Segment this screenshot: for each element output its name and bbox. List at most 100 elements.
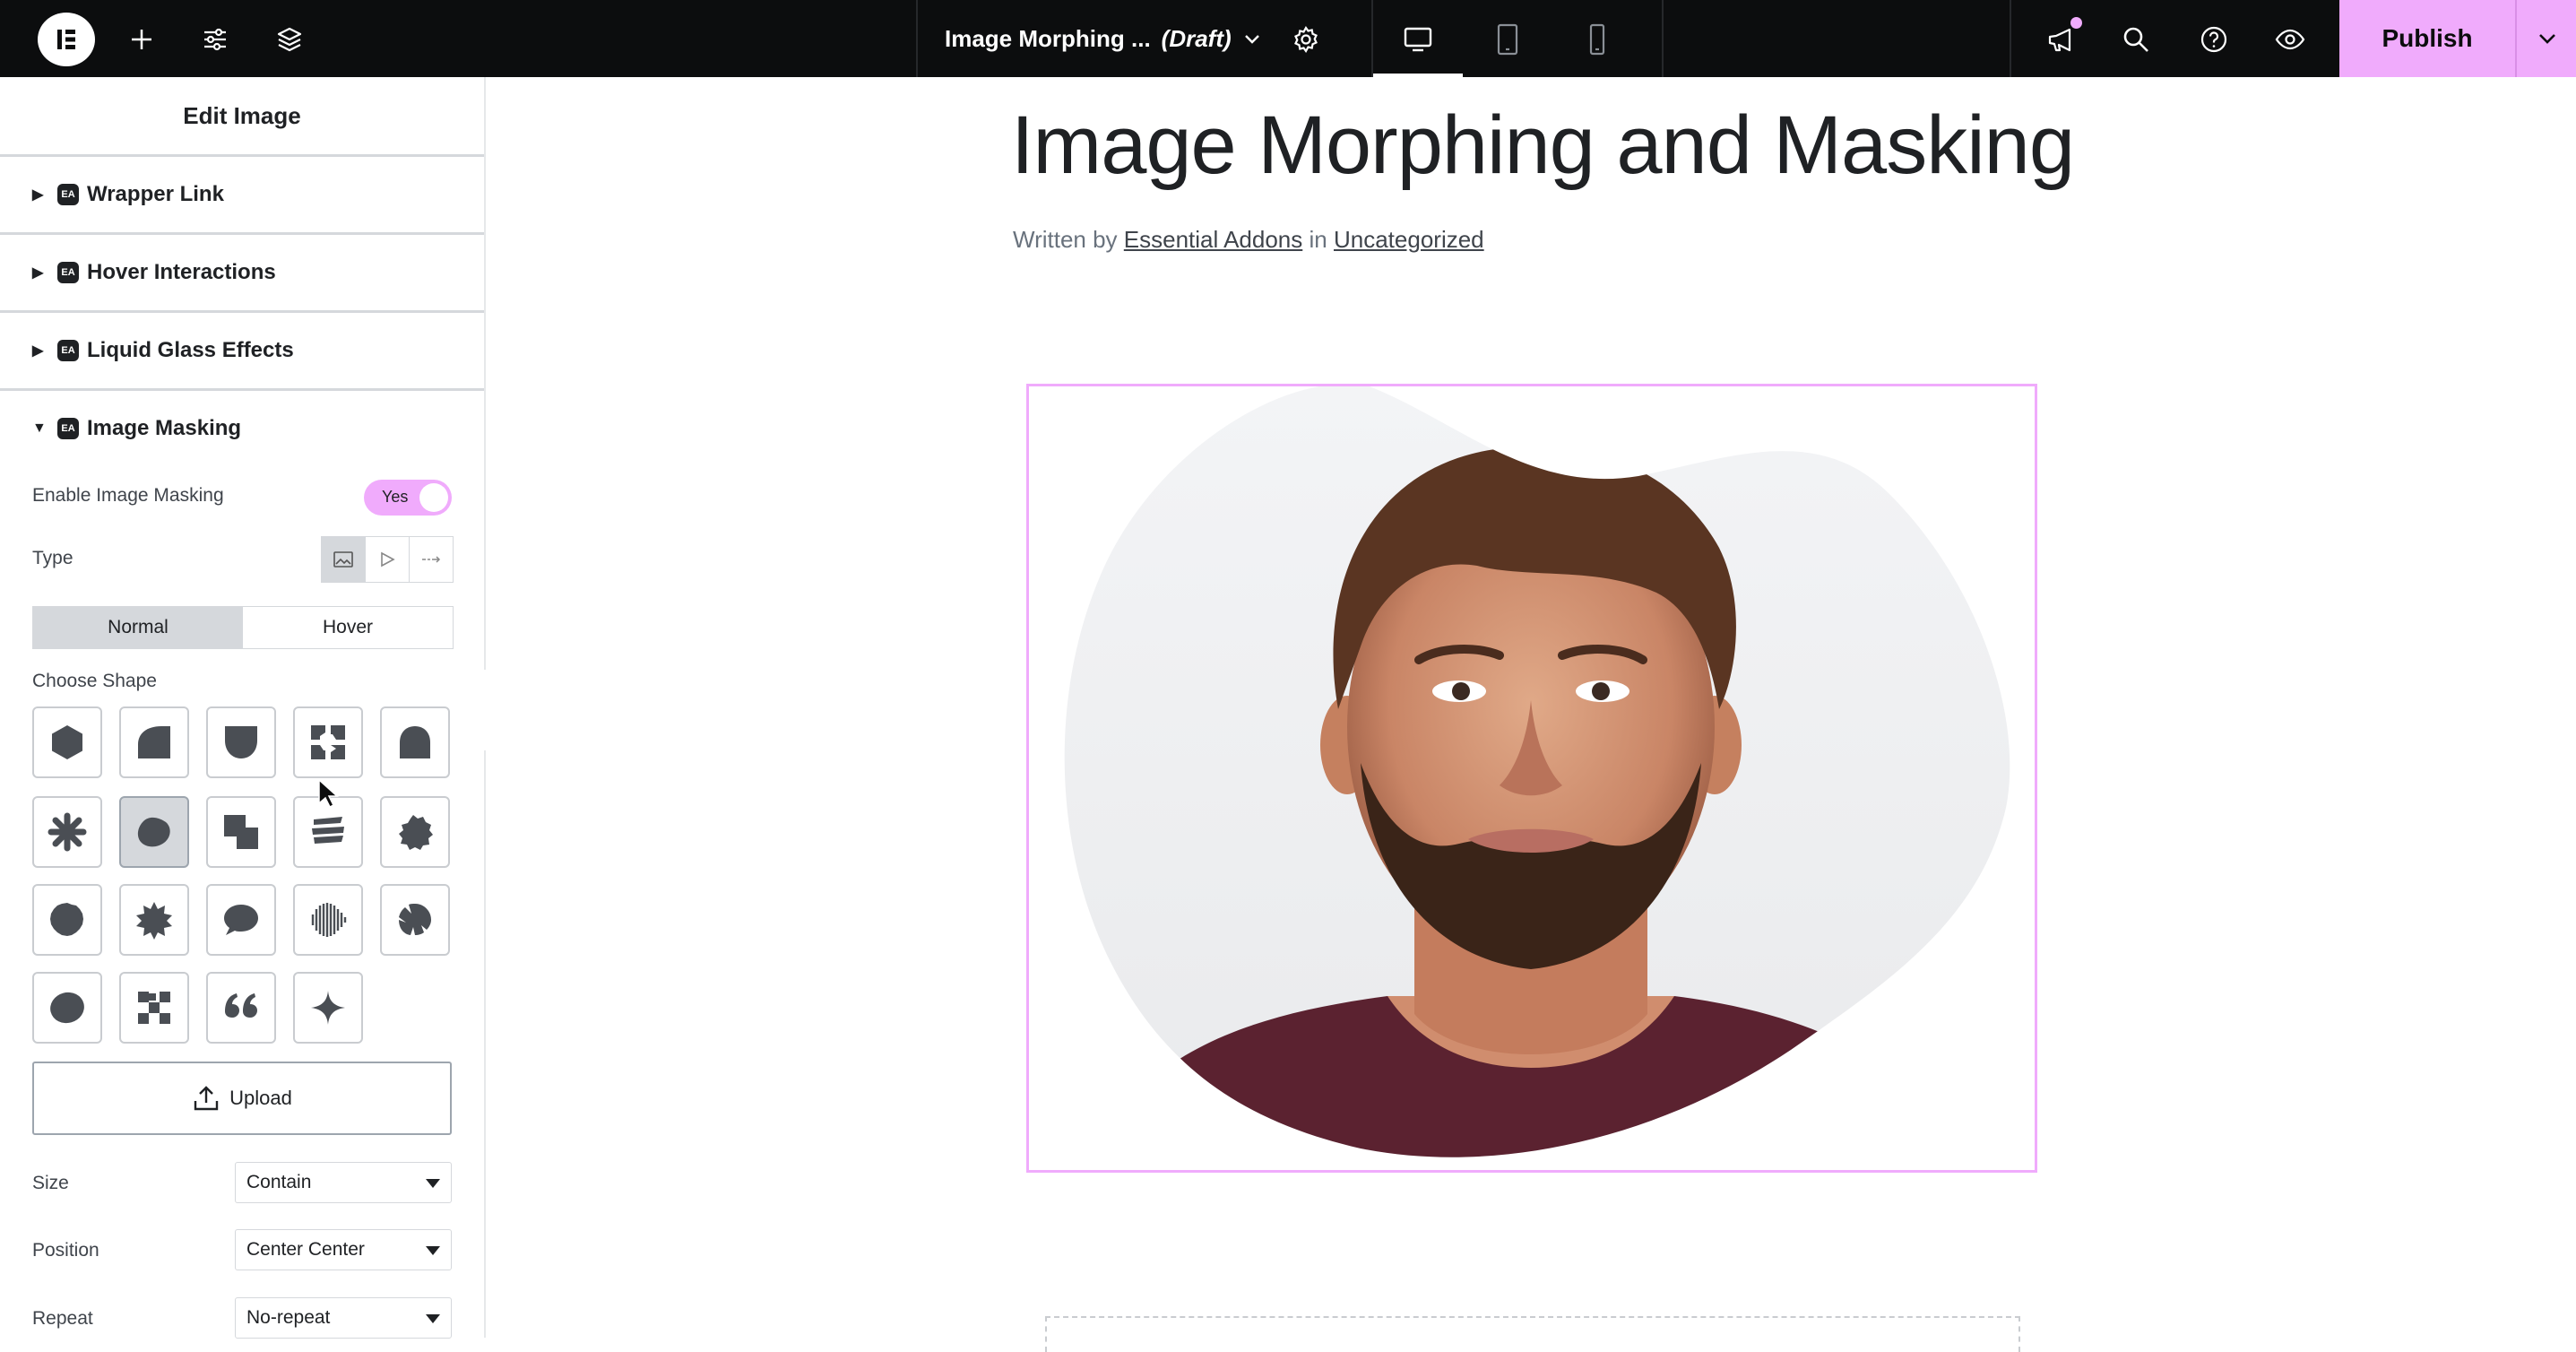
section-label: Image Masking: [87, 416, 242, 440]
desktop-icon[interactable]: [1396, 17, 1440, 62]
panel-title: Edit Image: [0, 77, 484, 157]
size-label: Size: [32, 1173, 69, 1193]
hexagon-icon: [52, 725, 82, 759]
shape-quarter-circle[interactable]: [119, 706, 189, 778]
shape-overlap-squares[interactable]: [206, 796, 276, 868]
sparkle-icon: [311, 991, 345, 1025]
ea-badge-icon: EA: [57, 184, 79, 205]
state-tabs: Normal Hover: [32, 606, 454, 649]
divider: [1371, 0, 1373, 77]
overlap-squares-icon: [224, 815, 258, 849]
caret-right-icon: ▶: [32, 265, 44, 281]
brush-strokes-icon: [312, 817, 344, 844]
shape-vertical-lines[interactable]: [293, 884, 363, 956]
splat-icon: [399, 815, 433, 850]
category-link[interactable]: Uncategorized: [1334, 226, 1484, 253]
leaf-icon: [399, 904, 431, 935]
quote-icon: [225, 993, 257, 1018]
upload-button[interactable]: Upload: [32, 1062, 452, 1135]
caret-right-icon: ▶: [32, 343, 44, 359]
section-label: Liquid Glass Effects: [87, 338, 294, 362]
choose-shape-label: Choose Shape: [32, 671, 157, 691]
shape-checker[interactable]: [119, 972, 189, 1044]
toggle-label: Yes: [382, 488, 409, 506]
repeat-select[interactable]: No-repeat: [235, 1297, 452, 1339]
shape-sparkle[interactable]: [293, 972, 363, 1044]
size-control: Size Contain: [32, 1162, 452, 1205]
shape-speech-bubble[interactable]: [206, 884, 276, 956]
post-byline: Written by Essential Addons in Uncategor…: [1013, 226, 1484, 254]
section-label: Hover Interactions: [87, 260, 276, 284]
shape-arch[interactable]: [380, 706, 450, 778]
page-title-menu[interactable]: Image Morphing ... (Draft): [945, 0, 1262, 77]
page-name: Image Morphing ...: [945, 24, 1151, 52]
shape-starburst[interactable]: [119, 884, 189, 956]
enable-masking-toggle[interactable]: Yes: [364, 480, 452, 516]
caret-right-icon: ▶: [32, 187, 44, 203]
shape-puzzle[interactable]: [293, 706, 363, 778]
layers-icon[interactable]: [267, 17, 312, 62]
image-widget[interactable]: [1026, 384, 2037, 1173]
eye-icon[interactable]: [2268, 17, 2312, 62]
section-image-masking[interactable]: ▼ EA Image Masking: [0, 391, 484, 466]
post-title: Image Morphing and Masking: [1011, 100, 2075, 191]
ea-badge-icon: EA: [57, 418, 79, 439]
starburst-icon: [136, 902, 172, 940]
type-video-option[interactable]: [366, 537, 410, 582]
tab-normal[interactable]: Normal: [33, 607, 243, 648]
chevron-down-icon: [1242, 29, 1262, 48]
ea-badge-icon: EA: [57, 262, 79, 283]
publish-options-button[interactable]: [2515, 0, 2576, 77]
sliders-icon[interactable]: [193, 17, 238, 62]
shape-splat[interactable]: [380, 796, 450, 868]
play-icon: [381, 551, 395, 568]
in-text: in: [1309, 226, 1327, 253]
shape-blob[interactable]: [119, 796, 189, 868]
notification-dot: [2070, 17, 2082, 29]
help-icon[interactable]: [2191, 17, 2236, 62]
type-image-option[interactable]: [322, 537, 366, 582]
shape-rough-circle[interactable]: [32, 884, 102, 956]
tab-hover[interactable]: Hover: [243, 607, 453, 648]
oval-icon: [50, 992, 84, 1024]
mobile-icon[interactable]: [1575, 17, 1620, 62]
type-morph-option[interactable]: [410, 537, 453, 582]
tablet-icon[interactable]: [1485, 17, 1530, 62]
vertical-lines-icon: [311, 903, 347, 937]
publish-button[interactable]: Publish: [2339, 0, 2515, 77]
enable-masking-label: Enable Image Masking: [32, 485, 224, 506]
position-select[interactable]: Center Center: [235, 1229, 452, 1270]
search-icon[interactable]: [2114, 17, 2158, 62]
position-value: Center Center: [246, 1239, 365, 1260]
section-wrapper-link[interactable]: ▶ EA Wrapper Link: [0, 157, 484, 235]
top-bar: Image Morphing ... (Draft) Publish: [0, 0, 2576, 77]
elementor-logo-icon[interactable]: [38, 13, 95, 66]
shape-monstera-leaf[interactable]: [380, 884, 450, 956]
section-label: Wrapper Link: [87, 182, 224, 206]
size-select[interactable]: Contain: [235, 1162, 452, 1203]
shape-shield[interactable]: [206, 706, 276, 778]
speech-bubble-icon: [224, 905, 258, 935]
shape-asterisk[interactable]: [32, 796, 102, 868]
caret-down-icon: [426, 1314, 440, 1323]
masked-portrait-image: [1064, 386, 2010, 1157]
checker-icon: [138, 992, 170, 1024]
repeat-label: Repeat: [32, 1308, 93, 1329]
plus-icon[interactable]: [119, 17, 164, 62]
repeat-control: Repeat No-repeat: [32, 1297, 452, 1340]
written-by-text: Written by: [1013, 226, 1118, 253]
caret-down-icon: ▼: [32, 420, 47, 436]
toggle-knob: [419, 483, 448, 512]
shape-quote[interactable]: [206, 972, 276, 1044]
gear-icon[interactable]: [1284, 17, 1328, 62]
shape-oval[interactable]: [32, 972, 102, 1044]
type-label: Type: [32, 548, 73, 568]
section-hover-interactions[interactable]: ▶ EA Hover Interactions: [0, 235, 484, 313]
section-liquid-glass-effects[interactable]: ▶ EA Liquid Glass Effects: [0, 313, 484, 391]
image-icon: [333, 551, 353, 568]
shield-icon: [225, 726, 257, 758]
type-selector: [321, 536, 454, 583]
shape-hexagon[interactable]: [32, 706, 102, 778]
caret-down-icon: [426, 1179, 440, 1188]
author-link[interactable]: Essential Addons: [1124, 226, 1302, 253]
